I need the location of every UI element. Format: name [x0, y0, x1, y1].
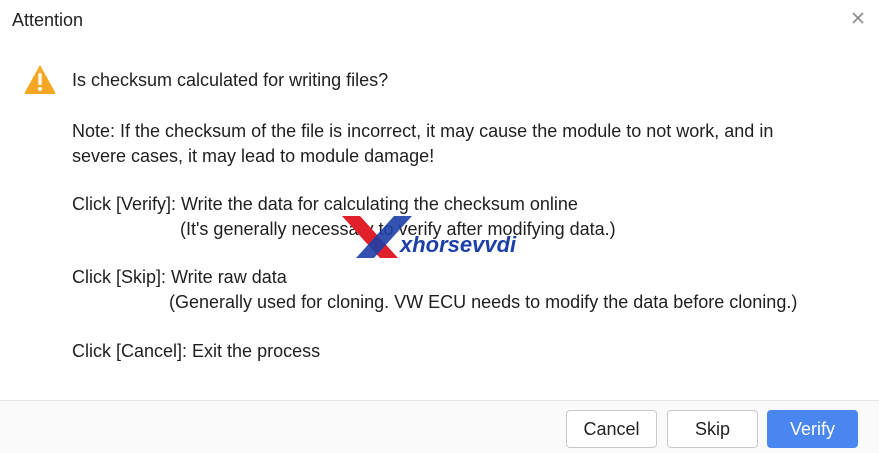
skip-button[interactable]: Skip: [667, 410, 758, 448]
warning-icon: [23, 63, 57, 95]
note-line-2: severe cases, it may lead to module dama…: [72, 146, 435, 166]
attention-dialog: Attention Is checksum calculated for wri…: [0, 0, 879, 453]
dialog-footer: Cancel Skip Verify: [0, 400, 879, 453]
cancel-instruction: Click [Cancel]: Exit the process: [72, 341, 321, 361]
dialog-header: Attention: [0, 0, 879, 42]
verify-instruction: Click [Verify]: Write the data for calcu…: [72, 194, 578, 214]
dialog-title: Attention: [12, 10, 84, 30]
verify-subnote: (It's generally necessary to verify afte…: [180, 219, 616, 239]
skip-subnote: (Generally used for cloning. VW ECU need…: [169, 292, 798, 312]
question-text: Is checksum calculated for writing files…: [72, 70, 389, 90]
verify-button[interactable]: Verify: [767, 410, 858, 448]
cancel-button[interactable]: Cancel: [566, 410, 657, 448]
dialog-body: Is checksum calculated for writing files…: [0, 42, 879, 400]
note-line-1: Note: If the checksum of the file is inc…: [72, 121, 774, 141]
skip-instruction: Click [Skip]: Write raw data: [72, 267, 287, 287]
close-icon[interactable]: [851, 11, 865, 25]
